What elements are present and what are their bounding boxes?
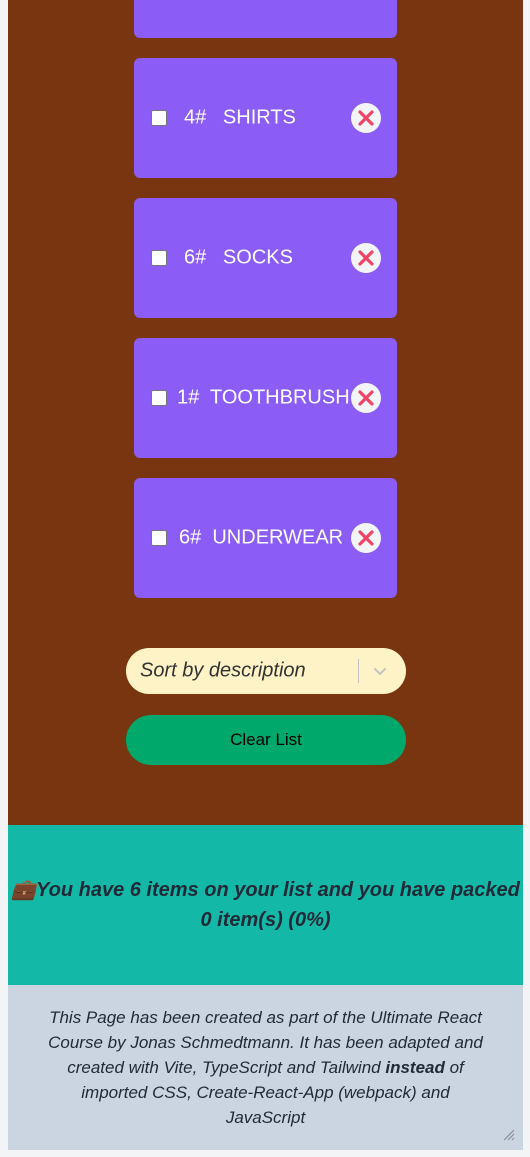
- item-label: 1# TOOTHBRUSH: [177, 386, 350, 409]
- clear-list-button[interactable]: Clear List: [126, 715, 406, 765]
- footer: This Page has been created as part of th…: [8, 985, 523, 1150]
- list-item: 6# SOCKS: [134, 198, 397, 318]
- list-item-partial: [134, 0, 397, 38]
- stats-bar: 💼You have 6 items on your list and you h…: [8, 825, 523, 985]
- delete-item-button[interactable]: [351, 103, 381, 133]
- app-frame: 4# SHIRTS 6# SOCKS 1# TOOTHBRUSH 6# UNDE…: [8, 0, 523, 1150]
- footer-text: This Page has been created as part of th…: [46, 1005, 486, 1130]
- packed-checkbox[interactable]: [151, 250, 167, 266]
- packing-list: 4# SHIRTS 6# SOCKS 1# TOOTHBRUSH 6# UNDE…: [8, 0, 523, 825]
- item-label: 6# SOCKS: [184, 246, 293, 269]
- sort-select[interactable]: Sort by description: [126, 648, 406, 694]
- delete-item-button[interactable]: [351, 383, 381, 413]
- resize-handle-icon[interactable]: [501, 1127, 515, 1141]
- briefcase-icon: 💼: [11, 879, 37, 901]
- close-icon: [358, 250, 374, 266]
- sort-separator: [358, 659, 359, 683]
- packed-checkbox[interactable]: [151, 530, 167, 546]
- list-item: 1# TOOTHBRUSH: [134, 338, 397, 458]
- delete-item-button[interactable]: [351, 243, 381, 273]
- sort-select-value: Sort by description: [140, 659, 306, 682]
- list-item: 4# SHIRTS: [134, 58, 397, 178]
- list-item: 6# UNDERWEAR: [134, 478, 397, 598]
- close-icon: [358, 530, 374, 546]
- item-label: 4# SHIRTS: [184, 106, 296, 129]
- close-icon: [358, 390, 374, 406]
- footer-emphasis: instead: [385, 1058, 445, 1077]
- stats-message: You have 6 items on your list and you ha…: [36, 879, 520, 931]
- chevron-down-icon[interactable]: [371, 662, 389, 680]
- close-icon: [358, 110, 374, 126]
- packed-checkbox[interactable]: [151, 390, 167, 406]
- stats-text: 💼You have 6 items on your list and you h…: [8, 875, 523, 935]
- packed-checkbox[interactable]: [151, 110, 167, 126]
- item-label: 6# UNDERWEAR: [179, 526, 344, 549]
- delete-item-button[interactable]: [351, 523, 381, 553]
